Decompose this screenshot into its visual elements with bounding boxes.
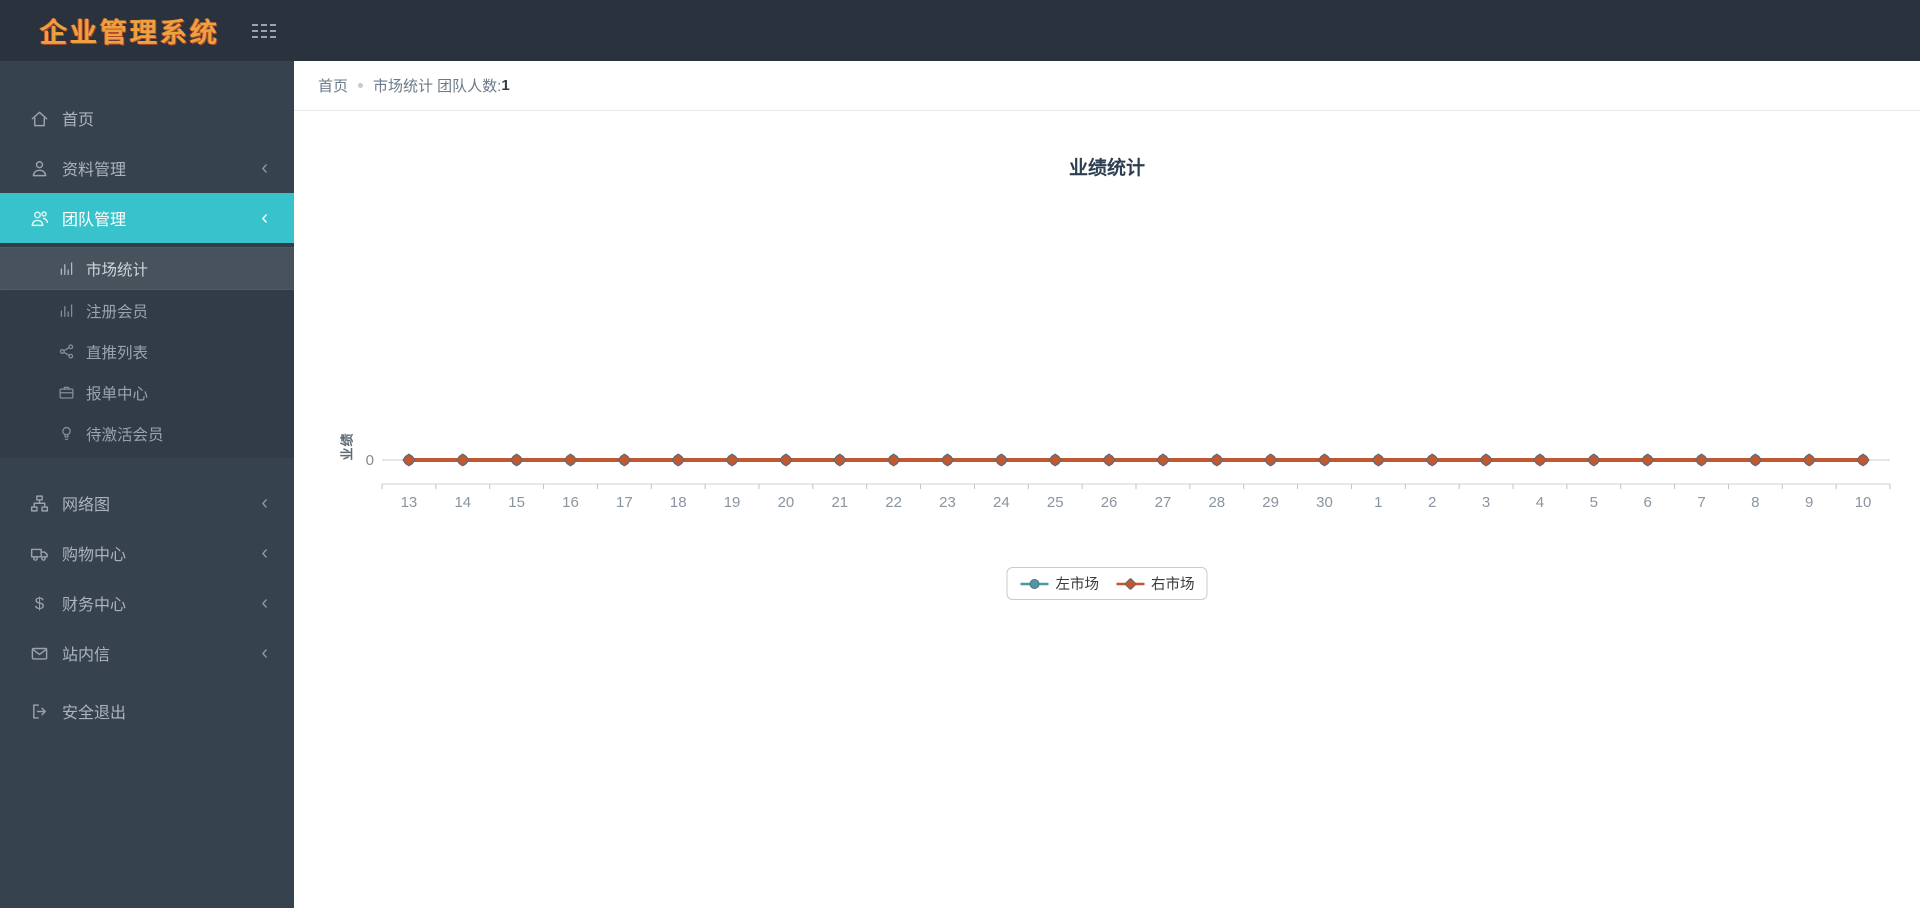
share-icon	[58, 343, 75, 360]
svg-text:8: 8	[1751, 494, 1759, 511]
svg-text:15: 15	[508, 494, 525, 511]
legend-item-right-market[interactable]: 右市场	[1115, 573, 1195, 594]
sidebar-item-logout[interactable]: 安全退出	[0, 686, 294, 736]
submenu-item-registered-members[interactable]: 注册会员	[0, 290, 294, 331]
sidebar-item-label: 首页	[62, 112, 95, 129]
submenu-item-label: 市场统计	[86, 261, 149, 279]
legend-label: 左市场	[1055, 577, 1100, 593]
topbar: 企业管理系统	[0, 0, 1920, 61]
sidebar-item-finance-center[interactable]: $ 财务中心 ‹	[0, 578, 294, 628]
chevron-left-icon: ‹	[261, 492, 268, 514]
briefcase-icon	[58, 384, 75, 401]
submenu-item-direct-referrals[interactable]: 直推列表	[0, 331, 294, 372]
legend-item-left-market[interactable]: 左市场	[1020, 573, 1100, 594]
svg-text:3: 3	[1482, 494, 1490, 511]
hamburger-icon[interactable]	[246, 18, 282, 44]
sidebar-item-label: 资料管理	[62, 162, 127, 179]
sidebar-nav: 首页 资料管理 ‹ 团队管理 ‹ 市场统计 注册会员 直推列表 报单中心 待激活…	[0, 61, 294, 736]
svg-text:18: 18	[670, 494, 687, 511]
users-icon	[30, 209, 49, 228]
svg-text:14: 14	[454, 494, 471, 511]
svg-text:29: 29	[1262, 494, 1279, 511]
breadcrumb-current: 市场统计 团队人数:	[373, 78, 502, 95]
svg-text:7: 7	[1697, 494, 1705, 511]
sidebar-item-shopping-center[interactable]: 购物中心 ‹	[0, 528, 294, 578]
svg-text:22: 22	[885, 494, 902, 511]
sidebar-item-network-diagram[interactable]: 网络图 ‹	[0, 478, 294, 528]
sidebar-item-label: 团队管理	[62, 212, 127, 229]
svg-text:10: 10	[1855, 494, 1872, 511]
app-window: 企业管理系统 首页 资料管理 ‹ 团队管理 ‹ 市场统计 注册会员 直推列表 报…	[0, 0, 1920, 908]
team-management-submenu: 市场统计 注册会员 直推列表 报单中心 待激活会员	[0, 243, 294, 458]
submenu-item-label: 注册会员	[86, 303, 149, 321]
legend-label: 右市场	[1151, 577, 1195, 593]
breadcrumb-home-link[interactable]: 首页	[318, 75, 348, 96]
sidebar-item-team-management[interactable]: 团队管理 ‹	[0, 193, 294, 243]
left-market-marker-icon	[1020, 577, 1050, 591]
svg-text:6: 6	[1643, 494, 1651, 511]
breadcrumb-separator-icon	[358, 83, 364, 88]
line-plot: 13 14 15 16 17 18 19 20 21 22 23 24 25 26 27 28 29 30 1 2 3 4…	[381, 453, 1891, 511]
svg-text:20: 20	[778, 494, 795, 511]
svg-text:23: 23	[939, 494, 956, 511]
svg-text:26: 26	[1101, 494, 1118, 511]
bar-chart-icon	[58, 302, 75, 319]
chevron-left-icon: ‹	[261, 157, 268, 179]
home-icon	[30, 109, 49, 128]
chevron-left-icon: ‹	[261, 207, 268, 229]
submenu-item-pending-members[interactable]: 待激活会员	[0, 413, 294, 454]
svg-text:13: 13	[401, 494, 418, 511]
dollar-icon: $	[34, 593, 45, 613]
submenu-item-label: 待激活会员	[86, 426, 164, 444]
chart-title: 业绩统计	[1068, 158, 1145, 179]
signout-icon	[30, 702, 49, 721]
svg-text:9: 9	[1805, 494, 1813, 511]
sidebar: 首页 资料管理 ‹ 团队管理 ‹ 市场统计 注册会员 直推列表 报单中心 待激活…	[0, 61, 294, 908]
sidebar-item-home[interactable]: 首页	[0, 93, 294, 143]
svg-text:28: 28	[1208, 494, 1225, 511]
app-logo: 企业管理系统	[40, 18, 220, 48]
sidebar-item-label: 财务中心	[62, 597, 127, 614]
sidebar-item-label: 购物中心	[62, 547, 127, 564]
chevron-left-icon: ‹	[261, 592, 268, 614]
performance-chart: 业绩统计 业绩 0 13 14 15 16 17 18 19 20 21 22 23 24 25 26 27…	[294, 111, 1920, 671]
svg-text:21: 21	[831, 494, 848, 511]
bar-chart-icon	[58, 260, 75, 277]
chevron-left-icon: ‹	[261, 542, 268, 564]
svg-text:24: 24	[993, 494, 1010, 511]
bulb-icon	[58, 425, 75, 442]
svg-text:25: 25	[1047, 494, 1064, 511]
svg-text:5: 5	[1590, 494, 1598, 511]
team-member-count: 1	[501, 77, 510, 94]
submenu-item-market-stats[interactable]: 市场统计	[0, 247, 294, 290]
svg-text:17: 17	[616, 494, 633, 511]
sitemap-icon	[30, 494, 49, 513]
svg-text:1: 1	[1374, 494, 1382, 511]
envelope-icon	[30, 644, 49, 663]
svg-text:27: 27	[1155, 494, 1172, 511]
sidebar-item-profile-management[interactable]: 资料管理 ‹	[0, 143, 294, 193]
truck-icon	[30, 544, 49, 563]
main-content: 首页 市场统计 团队人数: 1 业绩统计 业绩 0 13 14 15 16 17 18 19…	[294, 61, 1920, 908]
svg-text:30: 30	[1316, 494, 1333, 511]
right-market-marker-icon	[1115, 577, 1145, 591]
svg-text:2: 2	[1428, 494, 1436, 511]
submenu-item-label: 报单中心	[86, 385, 149, 403]
svg-text:16: 16	[562, 494, 579, 511]
svg-text:19: 19	[724, 494, 741, 511]
sidebar-item-label: 站内信	[62, 647, 111, 664]
chart-legend: 左市场 右市场	[1006, 567, 1208, 600]
chevron-left-icon: ‹	[261, 642, 268, 664]
user-icon	[30, 159, 49, 178]
submenu-item-label: 直推列表	[86, 344, 149, 362]
sidebar-item-site-mail[interactable]: 站内信 ‹	[0, 628, 294, 678]
breadcrumb: 首页 市场统计 团队人数: 1	[294, 61, 1920, 111]
svg-text:4: 4	[1536, 494, 1544, 511]
submenu-item-order-center[interactable]: 报单中心	[0, 372, 294, 413]
sidebar-item-label: 网络图	[62, 497, 111, 514]
sidebar-item-label: 安全退出	[62, 705, 127, 722]
